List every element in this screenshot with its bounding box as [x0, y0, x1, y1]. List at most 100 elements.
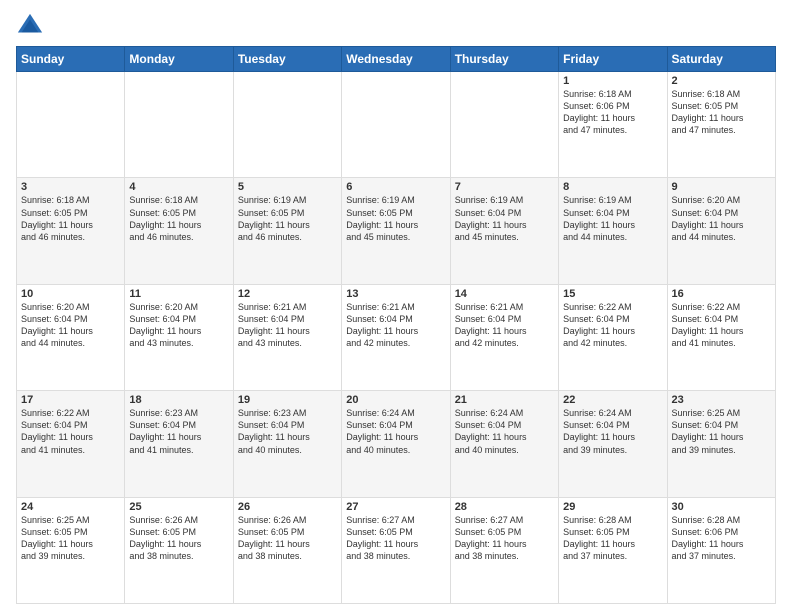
day-cell: 5Sunrise: 6:19 AM Sunset: 6:05 PM Daylig… [233, 178, 341, 284]
day-info: Sunrise: 6:27 AM Sunset: 6:05 PM Dayligh… [455, 514, 554, 563]
day-info: Sunrise: 6:26 AM Sunset: 6:05 PM Dayligh… [238, 514, 337, 563]
day-number: 15 [563, 288, 662, 300]
logo [16, 12, 48, 40]
day-info: Sunrise: 6:24 AM Sunset: 6:04 PM Dayligh… [563, 407, 662, 456]
day-cell: 30Sunrise: 6:28 AM Sunset: 6:06 PM Dayli… [667, 497, 775, 603]
day-cell: 23Sunrise: 6:25 AM Sunset: 6:04 PM Dayli… [667, 391, 775, 497]
day-info: Sunrise: 6:19 AM Sunset: 6:05 PM Dayligh… [238, 194, 337, 243]
day-number: 10 [21, 288, 120, 300]
day-number: 9 [672, 181, 771, 193]
day-info: Sunrise: 6:20 AM Sunset: 6:04 PM Dayligh… [672, 194, 771, 243]
day-cell: 29Sunrise: 6:28 AM Sunset: 6:05 PM Dayli… [559, 497, 667, 603]
day-cell: 13Sunrise: 6:21 AM Sunset: 6:04 PM Dayli… [342, 284, 450, 390]
week-row-5: 24Sunrise: 6:25 AM Sunset: 6:05 PM Dayli… [17, 497, 776, 603]
header [16, 12, 776, 40]
day-number: 3 [21, 181, 120, 193]
day-cell: 12Sunrise: 6:21 AM Sunset: 6:04 PM Dayli… [233, 284, 341, 390]
day-info: Sunrise: 6:21 AM Sunset: 6:04 PM Dayligh… [238, 301, 337, 350]
day-cell: 16Sunrise: 6:22 AM Sunset: 6:04 PM Dayli… [667, 284, 775, 390]
day-number: 18 [129, 394, 228, 406]
logo-icon [16, 12, 44, 40]
day-number: 12 [238, 288, 337, 300]
day-info: Sunrise: 6:28 AM Sunset: 6:06 PM Dayligh… [672, 514, 771, 563]
day-info: Sunrise: 6:25 AM Sunset: 6:04 PM Dayligh… [672, 407, 771, 456]
day-cell: 26Sunrise: 6:26 AM Sunset: 6:05 PM Dayli… [233, 497, 341, 603]
day-info: Sunrise: 6:19 AM Sunset: 6:04 PM Dayligh… [455, 194, 554, 243]
day-cell: 2Sunrise: 6:18 AM Sunset: 6:05 PM Daylig… [667, 72, 775, 178]
day-cell: 8Sunrise: 6:19 AM Sunset: 6:04 PM Daylig… [559, 178, 667, 284]
day-number: 7 [455, 181, 554, 193]
day-cell [125, 72, 233, 178]
day-cell: 21Sunrise: 6:24 AM Sunset: 6:04 PM Dayli… [450, 391, 558, 497]
calendar-table: SundayMondayTuesdayWednesdayThursdayFrid… [16, 46, 776, 604]
day-cell [17, 72, 125, 178]
day-number: 1 [563, 75, 662, 87]
day-number: 4 [129, 181, 228, 193]
day-info: Sunrise: 6:24 AM Sunset: 6:04 PM Dayligh… [455, 407, 554, 456]
weekday-header-monday: Monday [125, 47, 233, 72]
day-number: 25 [129, 501, 228, 513]
day-number: 5 [238, 181, 337, 193]
day-cell: 4Sunrise: 6:18 AM Sunset: 6:05 PM Daylig… [125, 178, 233, 284]
day-info: Sunrise: 6:23 AM Sunset: 6:04 PM Dayligh… [238, 407, 337, 456]
week-row-3: 10Sunrise: 6:20 AM Sunset: 6:04 PM Dayli… [17, 284, 776, 390]
day-cell: 19Sunrise: 6:23 AM Sunset: 6:04 PM Dayli… [233, 391, 341, 497]
day-info: Sunrise: 6:27 AM Sunset: 6:05 PM Dayligh… [346, 514, 445, 563]
day-number: 13 [346, 288, 445, 300]
weekday-header-row: SundayMondayTuesdayWednesdayThursdayFrid… [17, 47, 776, 72]
day-number: 2 [672, 75, 771, 87]
day-info: Sunrise: 6:21 AM Sunset: 6:04 PM Dayligh… [455, 301, 554, 350]
day-cell [450, 72, 558, 178]
weekday-header-sunday: Sunday [17, 47, 125, 72]
day-cell: 14Sunrise: 6:21 AM Sunset: 6:04 PM Dayli… [450, 284, 558, 390]
day-info: Sunrise: 6:18 AM Sunset: 6:05 PM Dayligh… [672, 88, 771, 137]
weekday-header-saturday: Saturday [667, 47, 775, 72]
day-info: Sunrise: 6:26 AM Sunset: 6:05 PM Dayligh… [129, 514, 228, 563]
day-cell: 11Sunrise: 6:20 AM Sunset: 6:04 PM Dayli… [125, 284, 233, 390]
day-number: 8 [563, 181, 662, 193]
day-number: 23 [672, 394, 771, 406]
day-info: Sunrise: 6:18 AM Sunset: 6:05 PM Dayligh… [129, 194, 228, 243]
day-cell: 27Sunrise: 6:27 AM Sunset: 6:05 PM Dayli… [342, 497, 450, 603]
day-number: 14 [455, 288, 554, 300]
day-number: 26 [238, 501, 337, 513]
day-cell: 20Sunrise: 6:24 AM Sunset: 6:04 PM Dayli… [342, 391, 450, 497]
day-number: 30 [672, 501, 771, 513]
day-cell: 25Sunrise: 6:26 AM Sunset: 6:05 PM Dayli… [125, 497, 233, 603]
day-number: 17 [21, 394, 120, 406]
day-info: Sunrise: 6:19 AM Sunset: 6:04 PM Dayligh… [563, 194, 662, 243]
day-info: Sunrise: 6:20 AM Sunset: 6:04 PM Dayligh… [21, 301, 120, 350]
day-info: Sunrise: 6:24 AM Sunset: 6:04 PM Dayligh… [346, 407, 445, 456]
day-number: 21 [455, 394, 554, 406]
day-cell: 7Sunrise: 6:19 AM Sunset: 6:04 PM Daylig… [450, 178, 558, 284]
day-cell: 17Sunrise: 6:22 AM Sunset: 6:04 PM Dayli… [17, 391, 125, 497]
day-cell: 28Sunrise: 6:27 AM Sunset: 6:05 PM Dayli… [450, 497, 558, 603]
day-number: 6 [346, 181, 445, 193]
day-cell: 24Sunrise: 6:25 AM Sunset: 6:05 PM Dayli… [17, 497, 125, 603]
day-number: 22 [563, 394, 662, 406]
day-number: 29 [563, 501, 662, 513]
day-cell [342, 72, 450, 178]
day-info: Sunrise: 6:19 AM Sunset: 6:05 PM Dayligh… [346, 194, 445, 243]
day-number: 11 [129, 288, 228, 300]
day-info: Sunrise: 6:25 AM Sunset: 6:05 PM Dayligh… [21, 514, 120, 563]
day-info: Sunrise: 6:18 AM Sunset: 6:06 PM Dayligh… [563, 88, 662, 137]
day-cell: 10Sunrise: 6:20 AM Sunset: 6:04 PM Dayli… [17, 284, 125, 390]
day-number: 27 [346, 501, 445, 513]
day-number: 24 [21, 501, 120, 513]
week-row-1: 1Sunrise: 6:18 AM Sunset: 6:06 PM Daylig… [17, 72, 776, 178]
day-info: Sunrise: 6:28 AM Sunset: 6:05 PM Dayligh… [563, 514, 662, 563]
day-number: 20 [346, 394, 445, 406]
day-cell: 9Sunrise: 6:20 AM Sunset: 6:04 PM Daylig… [667, 178, 775, 284]
weekday-header-tuesday: Tuesday [233, 47, 341, 72]
weekday-header-thursday: Thursday [450, 47, 558, 72]
day-info: Sunrise: 6:21 AM Sunset: 6:04 PM Dayligh… [346, 301, 445, 350]
day-number: 16 [672, 288, 771, 300]
day-info: Sunrise: 6:23 AM Sunset: 6:04 PM Dayligh… [129, 407, 228, 456]
week-row-2: 3 Sunrise: 6:18 AM Sunset: 6:05 PM Daylig… [17, 178, 776, 284]
day-info: Sunrise: 6:20 AM Sunset: 6:04 PM Dayligh… [129, 301, 228, 350]
day-cell: 6Sunrise: 6:19 AM Sunset: 6:05 PM Daylig… [342, 178, 450, 284]
page: SundayMondayTuesdayWednesdayThursdayFrid… [0, 0, 792, 612]
week-row-4: 17Sunrise: 6:22 AM Sunset: 6:04 PM Dayli… [17, 391, 776, 497]
day-info: Sunrise: 6:22 AM Sunset: 6:04 PM Dayligh… [672, 301, 771, 350]
